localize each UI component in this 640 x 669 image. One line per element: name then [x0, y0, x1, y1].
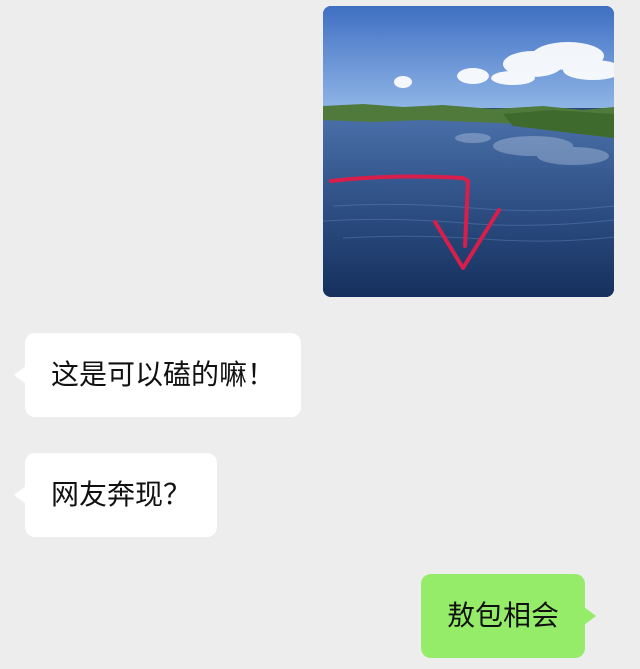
outgoing-message-bubble[interactable]: 敖包相会: [421, 574, 597, 658]
incoming-message-bubble[interactable]: 网友奔现？: [13, 453, 218, 537]
image-message[interactable]: [323, 6, 614, 297]
incoming-message-bubble[interactable]: 这是可以磕的嘛！: [13, 333, 302, 417]
lake-photo: [323, 6, 614, 297]
